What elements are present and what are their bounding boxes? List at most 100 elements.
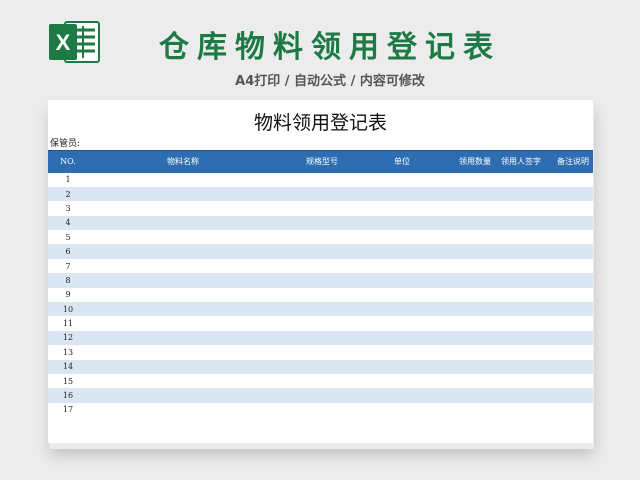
cell-spec[interactable] xyxy=(278,186,366,202)
cell-remarks[interactable] xyxy=(543,330,593,346)
cell-unit[interactable] xyxy=(366,288,438,302)
cell-material-name[interactable] xyxy=(88,259,278,273)
cell-no[interactable]: 16 xyxy=(48,388,88,403)
cell-quantity[interactable] xyxy=(438,316,493,330)
cell-unit[interactable] xyxy=(366,259,438,273)
cell-remarks[interactable] xyxy=(543,403,593,417)
cell-signature[interactable] xyxy=(493,230,543,244)
cell-remarks[interactable] xyxy=(543,201,593,215)
cell-quantity[interactable] xyxy=(438,244,493,259)
cell-signature[interactable] xyxy=(493,288,543,302)
cell-material-name[interactable] xyxy=(88,345,278,359)
cell-spec[interactable] xyxy=(278,302,366,317)
cell-remarks[interactable] xyxy=(543,230,593,244)
cell-spec[interactable] xyxy=(278,173,366,187)
cell-material-name[interactable] xyxy=(88,316,278,330)
cell-material-name[interactable] xyxy=(88,403,278,417)
cell-no[interactable]: 15 xyxy=(48,374,88,388)
cell-no[interactable]: 6 xyxy=(48,244,88,259)
cell-material-name[interactable] xyxy=(88,330,278,346)
cell-spec[interactable] xyxy=(278,288,366,302)
cell-spec[interactable] xyxy=(278,244,366,259)
column-header-spec[interactable]: 规格型号 xyxy=(278,150,366,173)
cell-remarks[interactable] xyxy=(543,302,593,317)
cell-material-name[interactable] xyxy=(88,201,278,215)
cell-spec[interactable] xyxy=(278,374,366,388)
cell-quantity[interactable] xyxy=(438,374,493,388)
column-header-remarks[interactable]: 备注说明 xyxy=(543,150,593,173)
cell-remarks[interactable] xyxy=(543,273,593,288)
cell-material-name[interactable] xyxy=(88,186,278,202)
cell-unit[interactable] xyxy=(366,173,438,187)
cell-no[interactable]: 9 xyxy=(48,288,88,302)
cell-no[interactable]: 10 xyxy=(48,302,88,317)
cell-quantity[interactable] xyxy=(438,215,493,231)
cell-signature[interactable] xyxy=(493,173,543,187)
cell-remarks[interactable] xyxy=(543,288,593,302)
cell-unit[interactable] xyxy=(366,215,438,231)
cell-remarks[interactable] xyxy=(543,374,593,388)
cell-no[interactable]: 14 xyxy=(48,359,88,374)
cell-material-name[interactable] xyxy=(88,215,278,231)
cell-signature[interactable] xyxy=(493,201,543,215)
cell-signature[interactable] xyxy=(493,215,543,231)
cell-spec[interactable] xyxy=(278,201,366,215)
column-header-material-name[interactable]: 物料名称 xyxy=(88,150,278,173)
cell-material-name[interactable] xyxy=(88,388,278,403)
cell-remarks[interactable] xyxy=(543,259,593,273)
cell-unit[interactable] xyxy=(366,345,438,359)
cell-unit[interactable] xyxy=(366,230,438,244)
cell-signature[interactable] xyxy=(493,388,543,403)
cell-signature[interactable] xyxy=(493,330,543,346)
cell-spec[interactable] xyxy=(278,215,366,231)
column-header-no[interactable]: NO. xyxy=(48,150,88,173)
cell-remarks[interactable] xyxy=(543,359,593,374)
cell-material-name[interactable] xyxy=(88,359,278,374)
cell-signature[interactable] xyxy=(493,259,543,273)
cell-spec[interactable] xyxy=(278,359,366,374)
cell-signature[interactable] xyxy=(493,186,543,202)
cell-spec[interactable] xyxy=(278,388,366,403)
cell-material-name[interactable] xyxy=(88,374,278,388)
cell-quantity[interactable] xyxy=(438,186,493,202)
cell-material-name[interactable] xyxy=(88,230,278,244)
cell-quantity[interactable] xyxy=(438,403,493,417)
cell-unit[interactable] xyxy=(366,244,438,259)
cell-unit[interactable] xyxy=(366,388,438,403)
cell-remarks[interactable] xyxy=(543,316,593,330)
cell-no[interactable]: 2 xyxy=(48,186,88,202)
cell-signature[interactable] xyxy=(493,273,543,288)
cell-quantity[interactable] xyxy=(438,359,493,374)
cell-unit[interactable] xyxy=(366,330,438,346)
cell-spec[interactable] xyxy=(278,259,366,273)
cell-remarks[interactable] xyxy=(543,173,593,187)
cell-quantity[interactable] xyxy=(438,173,493,187)
column-header-quantity[interactable]: 领用数量 xyxy=(438,150,493,173)
cell-material-name[interactable] xyxy=(88,273,278,288)
cell-signature[interactable] xyxy=(493,403,543,417)
cell-no[interactable]: 17 xyxy=(48,403,88,417)
cell-signature[interactable] xyxy=(493,316,543,330)
cell-no[interactable]: 11 xyxy=(48,316,88,330)
cell-quantity[interactable] xyxy=(438,288,493,302)
cell-remarks[interactable] xyxy=(543,345,593,359)
cell-no[interactable]: 1 xyxy=(48,173,88,187)
cell-unit[interactable] xyxy=(366,186,438,202)
cell-quantity[interactable] xyxy=(438,259,493,273)
cell-no[interactable]: 8 xyxy=(48,273,88,288)
cell-material-name[interactable] xyxy=(88,302,278,317)
cell-quantity[interactable] xyxy=(438,330,493,346)
column-header-signature[interactable]: 领用人签字 xyxy=(493,150,543,173)
cell-spec[interactable] xyxy=(278,273,366,288)
cell-spec[interactable] xyxy=(278,345,366,359)
column-header-unit[interactable]: 单位 xyxy=(366,150,438,173)
cell-unit[interactable] xyxy=(366,302,438,317)
cell-quantity[interactable] xyxy=(438,388,493,403)
cell-unit[interactable] xyxy=(366,359,438,374)
cell-spec[interactable] xyxy=(278,230,366,244)
cell-no[interactable]: 13 xyxy=(48,345,88,359)
cell-quantity[interactable] xyxy=(438,273,493,288)
cell-material-name[interactable] xyxy=(88,244,278,259)
cell-spec[interactable] xyxy=(278,316,366,330)
cell-remarks[interactable] xyxy=(543,388,593,403)
